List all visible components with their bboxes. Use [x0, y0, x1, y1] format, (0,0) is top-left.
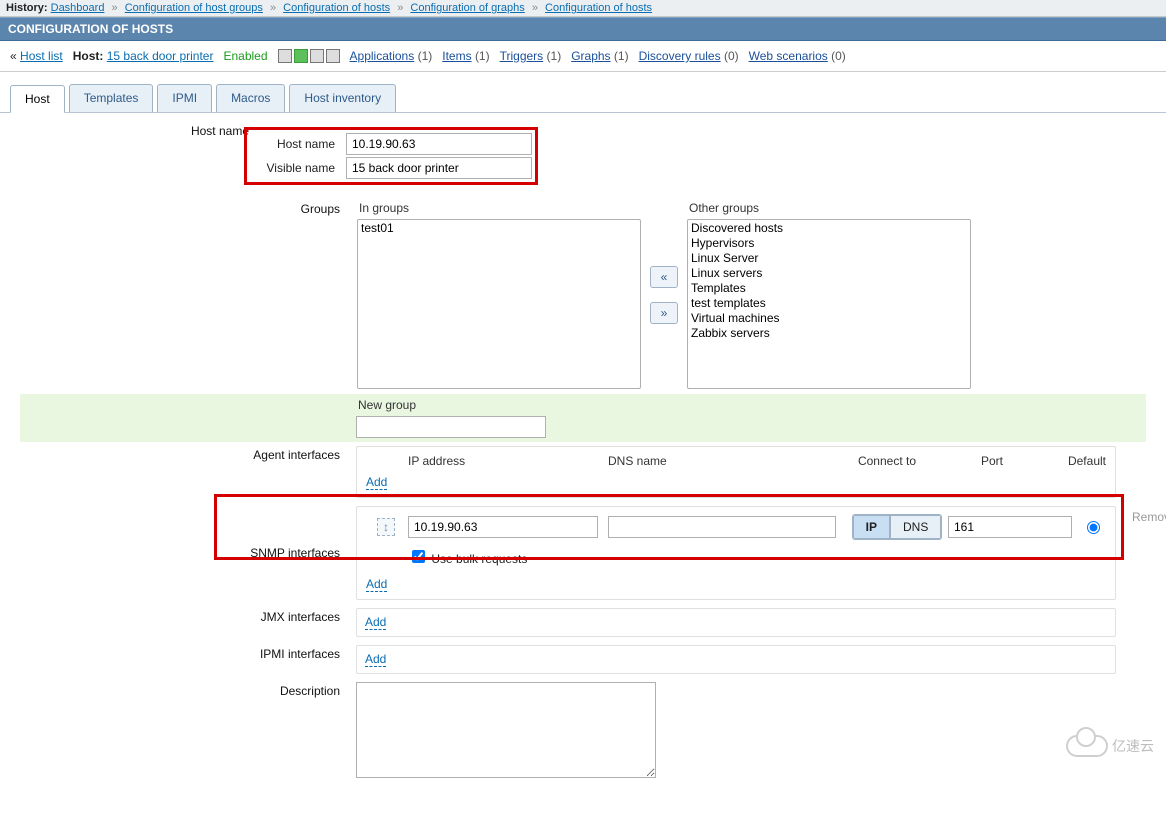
- graphs-count: (1): [614, 49, 629, 63]
- move-left-button[interactable]: «: [650, 266, 678, 288]
- snmp-dns-input[interactable]: [608, 516, 836, 538]
- host-list-link[interactable]: Host list: [20, 49, 63, 63]
- history-item-2[interactable]: Configuration of hosts: [283, 2, 390, 14]
- other-groups-option[interactable]: Discovered hosts: [689, 221, 969, 236]
- host-name-label: Host name: [20, 123, 250, 139]
- host-name-link[interactable]: 15 back door printer: [107, 49, 214, 63]
- move-right-button[interactable]: »: [650, 302, 678, 324]
- in-groups-label: In groups: [357, 201, 641, 219]
- host-toolbar: « Host list Host: 15 back door printer E…: [0, 41, 1166, 72]
- other-groups-label: Other groups: [687, 201, 971, 219]
- tab-ipmi[interactable]: IPMI: [157, 84, 212, 112]
- description-label: Description: [20, 678, 350, 785]
- host-name-input[interactable]: [346, 133, 532, 155]
- snmp-interfaces-label: SNMP interfaces: [20, 502, 350, 604]
- other-groups-option[interactable]: Virtual machines: [689, 311, 969, 326]
- other-groups-option[interactable]: Zabbix servers: [689, 326, 969, 341]
- snmp-remove-link[interactable]: Remove: [1132, 510, 1166, 524]
- visible-name-input[interactable]: [346, 157, 532, 179]
- description-textarea[interactable]: [356, 682, 656, 778]
- groups-label: Groups: [20, 196, 350, 394]
- visible-name-label-inner: Visible name: [249, 156, 345, 180]
- drag-handle-icon[interactable]: ↕: [377, 518, 395, 536]
- new-group-input[interactable]: [356, 416, 546, 438]
- discovery-count: (0): [724, 49, 739, 63]
- status-icon: [278, 49, 292, 63]
- page-title: CONFIGURATION OF HOSTS: [0, 17, 1166, 41]
- in-groups-option[interactable]: test01: [359, 221, 639, 236]
- applications-link[interactable]: Applications: [350, 49, 415, 63]
- host-name-label-inner: Host name: [249, 132, 345, 156]
- iface-col-connect: Connect to: [827, 453, 947, 469]
- back-prefix: «: [10, 49, 17, 63]
- other-groups-option[interactable]: test templates: [689, 296, 969, 311]
- discovery-rules-link[interactable]: Discovery rules: [639, 49, 721, 63]
- other-groups-select[interactable]: Discovered hosts Hypervisors Linux Serve…: [687, 219, 971, 389]
- host-status: Enabled: [223, 49, 267, 63]
- triggers-count: (1): [547, 49, 562, 63]
- web-scenarios-link[interactable]: Web scenarios: [749, 49, 828, 63]
- other-groups-option[interactable]: Hypervisors: [689, 236, 969, 251]
- history-breadcrumb: History: Dashboard » Configuration of ho…: [0, 0, 1166, 17]
- tab-host-inventory[interactable]: Host inventory: [289, 84, 396, 112]
- breadcrumb-sep: »: [270, 2, 276, 14]
- history-item-0[interactable]: Dashboard: [51, 2, 105, 14]
- snmp-add-link[interactable]: Add: [366, 577, 387, 592]
- history-item-3[interactable]: Configuration of graphs: [410, 2, 524, 14]
- breadcrumb-sep: »: [112, 2, 118, 14]
- new-group-label: New group: [356, 398, 1140, 416]
- ipmi-add-link[interactable]: Add: [365, 652, 386, 667]
- history-item-4[interactable]: Configuration of hosts: [545, 2, 652, 14]
- status-icon-green: [294, 49, 308, 63]
- connect-ip-button[interactable]: IP: [853, 515, 890, 539]
- status-icon: [310, 49, 324, 63]
- history-label: History:: [6, 2, 48, 14]
- connect-dns-button[interactable]: DNS: [890, 515, 941, 539]
- bulk-requests-checkbox[interactable]: [412, 550, 425, 563]
- web-count: (0): [831, 49, 846, 63]
- snmp-ip-input[interactable]: [408, 516, 598, 538]
- iface-col-ip: IP address: [407, 453, 607, 469]
- bulk-requests-text: Use bulk requests: [431, 552, 527, 566]
- iface-col-dns: DNS name: [607, 453, 827, 469]
- iface-col-default: Default: [1037, 453, 1107, 469]
- agent-add-link[interactable]: Add: [366, 475, 387, 490]
- status-icons: [278, 49, 340, 63]
- tab-templates[interactable]: Templates: [69, 84, 154, 112]
- items-link[interactable]: Items: [442, 49, 471, 63]
- breadcrumb-sep: »: [397, 2, 403, 14]
- host-label: Host:: [73, 49, 104, 63]
- other-groups-option[interactable]: Linux Server: [689, 251, 969, 266]
- triggers-link[interactable]: Triggers: [500, 49, 544, 63]
- ipmi-interfaces-label: IPMI interfaces: [20, 641, 350, 678]
- snmp-port-input[interactable]: [948, 516, 1072, 538]
- applications-count: (1): [418, 49, 433, 63]
- history-item-1[interactable]: Configuration of host groups: [125, 2, 263, 14]
- tab-host[interactable]: Host: [10, 85, 65, 113]
- tab-macros[interactable]: Macros: [216, 84, 285, 112]
- jmx-interfaces-label: JMX interfaces: [20, 604, 350, 641]
- status-icon: [326, 49, 340, 63]
- bulk-requests-label[interactable]: Use bulk requests: [408, 552, 527, 566]
- jmx-add-link[interactable]: Add: [365, 615, 386, 630]
- graphs-link[interactable]: Graphs: [571, 49, 610, 63]
- iface-col-port: Port: [947, 453, 1037, 469]
- items-count: (1): [475, 49, 490, 63]
- agent-interfaces-label: Agent interfaces: [20, 442, 350, 502]
- other-groups-option[interactable]: Templates: [689, 281, 969, 296]
- breadcrumb-sep: »: [532, 2, 538, 14]
- other-groups-option[interactable]: Linux servers: [689, 266, 969, 281]
- in-groups-select[interactable]: test01: [357, 219, 641, 389]
- snmp-default-radio[interactable]: [1087, 521, 1100, 534]
- host-tabs: Host Templates IPMI Macros Host inventor…: [0, 72, 1166, 113]
